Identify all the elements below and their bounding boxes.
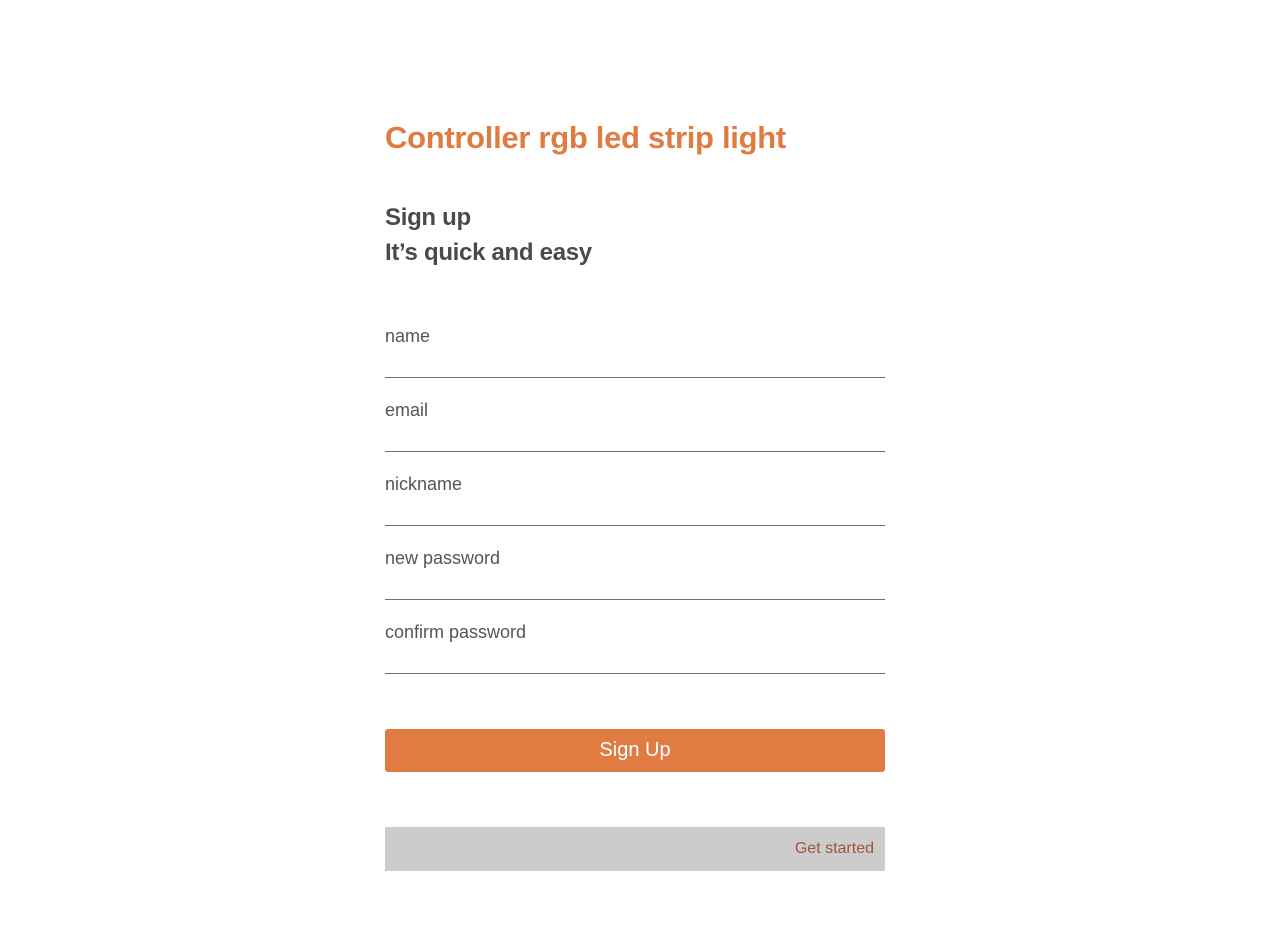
signup-heading: Sign up bbox=[385, 204, 471, 231]
name-field-group: name bbox=[385, 326, 885, 400]
app-title: Controller rgb led strip light bbox=[385, 120, 786, 155]
signup-page: Controller rgb led strip light Sign up I… bbox=[0, 0, 1269, 947]
nickname-label: nickname bbox=[385, 474, 463, 494]
email-input[interactable] bbox=[385, 424, 885, 452]
nickname-input[interactable] bbox=[385, 498, 885, 526]
get-started-link[interactable]: Get started bbox=[795, 840, 874, 858]
new-password-input[interactable] bbox=[385, 572, 885, 600]
confirm-password-input[interactable] bbox=[385, 646, 885, 674]
name-input[interactable] bbox=[385, 350, 885, 378]
name-label: name bbox=[385, 326, 431, 346]
new-password-label: new password bbox=[385, 548, 501, 568]
footer-bar: Get started bbox=[385, 827, 885, 871]
new-password-field-group: new password bbox=[385, 548, 885, 622]
confirm-password-label: confirm password bbox=[385, 622, 527, 642]
confirm-password-field-group: confirm password bbox=[385, 622, 885, 696]
signup-subheading: It’s quick and easy bbox=[385, 239, 592, 266]
email-field-group: email bbox=[385, 400, 885, 474]
email-label: email bbox=[385, 400, 429, 420]
nickname-field-group: nickname bbox=[385, 474, 885, 548]
sign-up-button[interactable]: Sign Up bbox=[385, 729, 885, 772]
